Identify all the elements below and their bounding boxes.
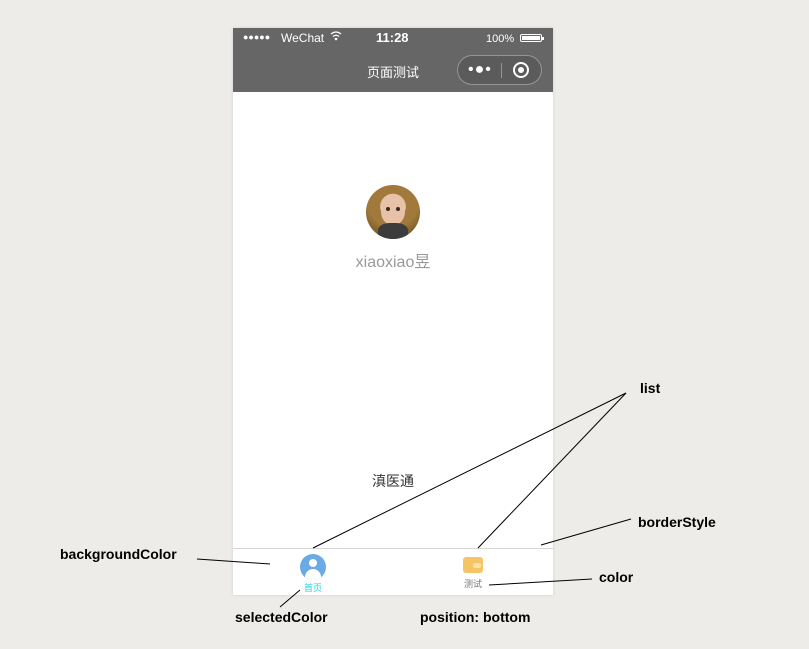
annotation-position: position: bottom: [420, 609, 531, 625]
annotation-background-color: backgroundColor: [60, 546, 177, 562]
annotation-selected-color: selectedColor: [235, 609, 328, 625]
annotation-color: color: [599, 569, 634, 585]
annotation-list: list: [640, 380, 661, 396]
annotation-border-style: borderStyle: [638, 514, 716, 530]
